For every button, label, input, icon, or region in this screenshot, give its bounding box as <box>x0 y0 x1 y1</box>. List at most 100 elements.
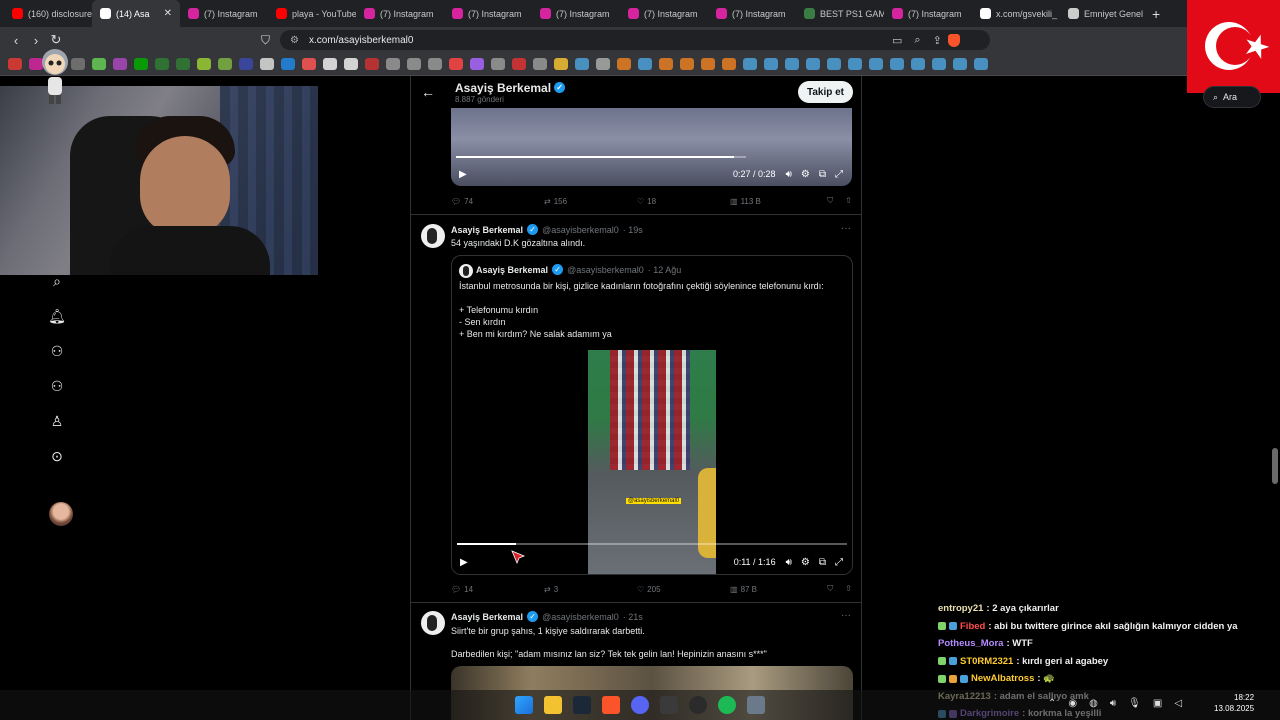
pip-icon[interactable]: ⧉ <box>819 557 826 568</box>
author-handle[interactable]: @asayisberkemal0 <box>542 225 619 235</box>
views-button[interactable]: ▥ 87 B <box>730 585 820 594</box>
bookmark-icon[interactable] <box>260 58 274 70</box>
pip-icon[interactable]: ⧉ <box>819 169 826 180</box>
bookmark-icon[interactable] <box>8 58 22 70</box>
cast-icon[interactable]: ▭ <box>892 34 902 47</box>
browser-tab[interactable]: (7) Instagram <box>884 0 972 27</box>
windows-start-icon[interactable] <box>515 696 533 714</box>
bookmark-icon[interactable] <box>743 58 757 70</box>
obs-icon[interactable] <box>689 696 707 714</box>
share-icon[interactable]: ⇧ <box>845 584 852 594</box>
bookmark-icon[interactable] <box>533 58 547 70</box>
bookmark-icon[interactable] <box>701 58 715 70</box>
bookmark-icon[interactable] <box>554 58 568 70</box>
bookmark-icon[interactable] <box>281 58 295 70</box>
profile-icon[interactable]: ♙ <box>48 412 66 430</box>
bookmark-icon[interactable] <box>491 58 505 70</box>
reply-button[interactable]: 💬︎ 74 <box>451 197 544 206</box>
browser-tab[interactable]: Emniyet Genel <box>1060 0 1148 27</box>
discord-icon[interactable] <box>631 696 649 714</box>
file-explorer-icon[interactable] <box>544 696 562 714</box>
bookmark-page-icon[interactable]: ⛉ <box>261 33 270 48</box>
bookmark-icon[interactable] <box>365 58 379 70</box>
bookmark-icon[interactable]: ⛉ <box>827 196 833 206</box>
brave-browser-icon[interactable] <box>602 696 620 714</box>
bookmark-icon[interactable] <box>974 58 988 70</box>
bookmark-icon[interactable] <box>428 58 442 70</box>
browser-tab[interactable]: (7) Instagram <box>532 0 620 27</box>
video-progress-bar[interactable] <box>457 543 847 545</box>
back-arrow-icon[interactable]: ← <box>421 84 439 100</box>
communities-icon[interactable]: ⚇ <box>48 342 66 360</box>
volume-icon[interactable]: 🔊︎ <box>786 557 792 568</box>
bookmark-icon[interactable] <box>659 58 673 70</box>
settings-icon[interactable]: ⚙ <box>801 169 810 180</box>
author-name[interactable]: Asayiş Berkemal <box>451 225 523 235</box>
spotify-icon[interactable] <box>718 696 736 714</box>
bookmark-icon[interactable] <box>617 58 631 70</box>
bookmark-icon[interactable] <box>638 58 652 70</box>
more-icon[interactable]: ··· <box>841 223 851 234</box>
bookmark-icon[interactable] <box>596 58 610 70</box>
bookmark-icon[interactable] <box>785 58 799 70</box>
search-input[interactable]: ⌕ Ara <box>1203 86 1261 108</box>
bookmark-icon[interactable] <box>911 58 925 70</box>
browser-tab[interactable]: x.com/gsvekili_ <box>972 0 1060 27</box>
browser-tab[interactable]: playa - YouTube <box>268 0 356 27</box>
browser-tab[interactable]: (7) Instagram <box>356 0 444 27</box>
volume-icon[interactable]: 🔊︎ <box>1110 698 1116 709</box>
bookmark-icon[interactable] <box>848 58 862 70</box>
play-icon[interactable]: ▶ <box>460 557 468 568</box>
bookmark-icon[interactable] <box>890 58 904 70</box>
zoom-icon[interactable]: ⌕ <box>914 34 920 47</box>
author-name[interactable]: Asayiş Berkemal <box>451 612 523 622</box>
tweet-avatar[interactable] <box>421 611 445 635</box>
browser-tab[interactable]: (160) disclosure <box>4 0 92 27</box>
video-player-1[interactable]: ▶ 0:27 / 0:28 🔊︎ ⚙ ⧉ ⤢ <box>451 108 852 186</box>
quoted-tweet[interactable]: Asayiş Berkemal ✓ @asayisberkemal0 · 12 … <box>451 255 853 575</box>
volume-icon[interactable]: 🔊︎ <box>786 169 792 180</box>
bookmark-icon[interactable] <box>323 58 337 70</box>
author-handle[interactable]: @asayisberkemal0 <box>542 612 619 622</box>
back-icon[interactable]: ‹ <box>6 33 26 48</box>
more-icon[interactable]: ··· <box>841 610 851 621</box>
steam-icon[interactable] <box>573 696 591 714</box>
bookmark-icon[interactable] <box>680 58 694 70</box>
app-icon[interactable] <box>660 696 678 714</box>
bookmark-icon[interactable]: ⛉ <box>827 584 833 594</box>
speaker-icon[interactable]: ◁ <box>1174 698 1182 709</box>
views-button[interactable]: ▥ 113 B <box>730 197 820 206</box>
play-icon[interactable]: ▶ <box>459 169 467 180</box>
bookmark-icon[interactable] <box>470 58 484 70</box>
bookmark-icon[interactable] <box>953 58 967 70</box>
bookmark-icon[interactable] <box>806 58 820 70</box>
repost-button[interactable]: ⇄ 3 <box>544 585 637 594</box>
bookmark-icon[interactable] <box>449 58 463 70</box>
more-options-icon[interactable]: ⊙ <box>48 447 66 465</box>
bookmark-icon[interactable] <box>197 58 211 70</box>
bookmark-icon[interactable] <box>869 58 883 70</box>
bookmark-icon[interactable] <box>239 58 253 70</box>
tray-chevron-icon[interactable]: ⌃ <box>1048 698 1056 709</box>
fullscreen-icon[interactable]: ⤢ <box>835 557 843 568</box>
new-tab-icon[interactable]: + <box>1152 6 1160 22</box>
browser-tab[interactable]: (7) Instagram <box>444 0 532 27</box>
site-settings-icon[interactable]: ⚙ <box>290 35 299 46</box>
bookmark-icon[interactable] <box>113 58 127 70</box>
like-button[interactable]: ♡ 205 <box>637 585 730 594</box>
video-progress-bar[interactable] <box>456 156 746 158</box>
system-clock[interactable]: 18:22 13.08.2025 <box>1214 692 1254 714</box>
scrollbar-thumb[interactable] <box>1272 448 1278 484</box>
bookmark-icon[interactable] <box>218 58 232 70</box>
bookmark-icon[interactable] <box>764 58 778 70</box>
app-icon[interactable] <box>747 696 765 714</box>
groups-icon[interactable]: ⚇ <box>48 377 66 395</box>
mic-icon[interactable]: 🎙︎ <box>1128 698 1141 709</box>
explore-icon[interactable]: ⌕ <box>48 272 66 290</box>
bookmark-icon[interactable] <box>71 58 85 70</box>
repost-button[interactable]: ⇄ 156 <box>544 197 637 206</box>
tweet-avatar[interactable] <box>421 224 445 248</box>
browser-tab[interactable]: (7) Instagram <box>708 0 796 27</box>
bookmark-icon[interactable] <box>134 58 148 70</box>
browser-tab[interactable]: (7) Instagram <box>180 0 268 27</box>
